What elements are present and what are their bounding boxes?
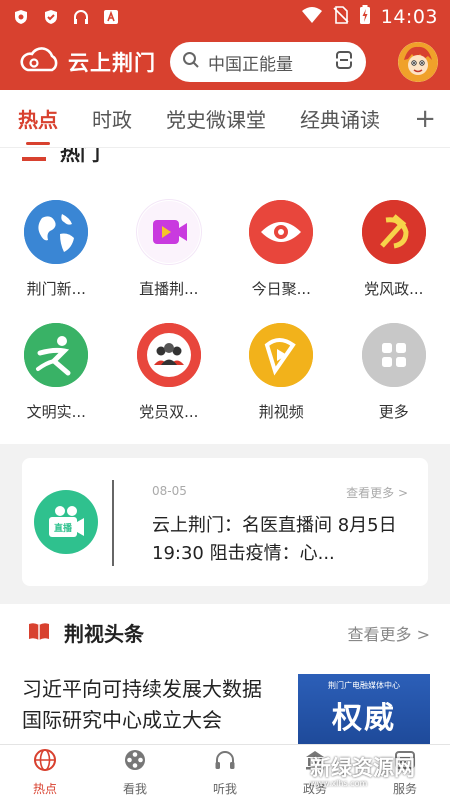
hot-item-label: 荆视频	[258, 403, 304, 421]
thumb-caption: 荆门广电融媒体中心	[328, 681, 400, 690]
headphones-status-icon	[72, 8, 90, 26]
news-title: 荆视头条	[64, 622, 144, 646]
video-icon	[136, 200, 201, 264]
eye-icon	[249, 200, 314, 264]
tab-party-history[interactable]: 党史微课堂	[166, 104, 266, 133]
party-emblem-icon	[361, 200, 426, 264]
tab-classic-reading[interactable]: 经典诵读	[300, 104, 380, 133]
hot-grid: 荆门新... 直播荆... 今日聚... 党风政... 文明实... 党员双..…	[0, 200, 450, 422]
live-date: 08-05	[152, 484, 187, 498]
wifi-icon	[301, 6, 323, 29]
hot-item-news[interactable]: 荆门新...	[0, 200, 113, 299]
runner-icon	[24, 323, 89, 387]
live-more-link[interactable]: 查看更多 >	[346, 484, 408, 501]
live-badge: 直播	[54, 522, 73, 534]
hot-item-label: 党员双...	[139, 403, 199, 421]
thumb-headline: 权威	[332, 701, 396, 736]
hot-item-label: 直播荆...	[139, 280, 199, 298]
shield-check-icon	[42, 8, 60, 26]
search-icon	[182, 51, 200, 73]
watermark-logo-icon	[262, 750, 304, 794]
nav-watch[interactable]: 看我	[90, 745, 180, 800]
status-bar: 14:03	[0, 0, 450, 34]
search-placeholder: 中国正能量	[208, 54, 293, 75]
book-icon	[28, 621, 50, 645]
hot-section-title: 热门	[60, 148, 100, 165]
hot-item-label: 今日聚...	[251, 280, 311, 298]
nav-hot[interactable]: 热点	[0, 745, 90, 800]
nav-listen[interactable]: 听我	[180, 745, 270, 800]
globe-icon	[24, 200, 89, 264]
hot-item-label: 党风政...	[364, 280, 424, 298]
search-bar[interactable]: 中国正能量	[170, 42, 366, 82]
hot-section: 热门 荆门新... 直播荆... 今日聚... 党风政... 文明实... 党员…	[0, 148, 450, 444]
no-sim-icon	[333, 5, 349, 29]
app-a-icon	[102, 8, 120, 26]
hot-item-label: 文明实...	[26, 403, 86, 421]
app-logo: 云上荆门	[18, 47, 156, 77]
app-header: 云上荆门 中国正能量	[0, 34, 450, 90]
tab-politics[interactable]: 时政	[92, 104, 132, 133]
tab-hot[interactable]: 热点	[18, 104, 58, 145]
article-title[interactable]: 习近平向可持续发展大数据国际研究中心成立大会	[22, 674, 278, 736]
hot-item-party[interactable]: 党风政...	[338, 200, 450, 299]
article-thumbnail[interactable]: 荆门广电融媒体中心 权威	[298, 674, 430, 744]
nav-label: 看我	[122, 782, 147, 796]
group-icon	[136, 323, 201, 387]
globe-nav-icon	[33, 748, 57, 776]
news-more-link[interactable]: 查看更多 >	[348, 621, 431, 645]
scan-icon[interactable]	[334, 50, 354, 74]
live-card[interactable]: 直播 08-05 查看更多 > 云上荆门：名医直播间 8月5日 19:30 阻击…	[22, 458, 428, 586]
watermark: 新绿资源网 www.xlhs.com	[262, 748, 450, 796]
live-camera-icon: 直播	[34, 490, 98, 554]
section-marker-icon	[22, 148, 46, 161]
shield-icon	[12, 8, 30, 26]
news-header: 荆视头条	[28, 618, 144, 647]
hot-item-civilization[interactable]: 文明实...	[0, 323, 113, 422]
headphones-icon	[213, 748, 237, 776]
hot-item-more[interactable]: 更多	[338, 323, 450, 422]
add-tab-button[interactable]: +	[408, 104, 436, 134]
hot-item-label: 更多	[378, 403, 409, 421]
hot-item-video[interactable]: 荆视频	[225, 323, 338, 422]
divider	[112, 480, 114, 566]
hot-item-live[interactable]: 直播荆...	[113, 200, 226, 299]
nav-label: 热点	[32, 782, 57, 796]
nav-label: 听我	[212, 782, 237, 796]
film-reel-icon	[123, 748, 147, 776]
grid-icon	[361, 323, 426, 387]
hot-item-focus[interactable]: 今日聚...	[225, 200, 338, 299]
live-text: 云上荆门：名医直播间 8月5日 19:30 阻击疫情：心...	[152, 515, 397, 564]
hot-item-members[interactable]: 党员双...	[113, 323, 226, 422]
channel-tabs: 热点 时政 党史微课堂 经典诵读 +	[0, 90, 450, 148]
play-icon	[249, 323, 314, 387]
status-time: 14:03	[380, 6, 438, 28]
app-name: 云上荆门	[68, 51, 156, 75]
avatar[interactable]	[398, 42, 438, 82]
cloud-logo-icon	[18, 47, 62, 77]
watermark-text: 新绿资源网	[310, 755, 415, 780]
hot-section-header: 热门	[22, 148, 100, 168]
hot-item-label: 荆门新...	[26, 280, 86, 298]
battery-charging-icon	[359, 4, 371, 30]
